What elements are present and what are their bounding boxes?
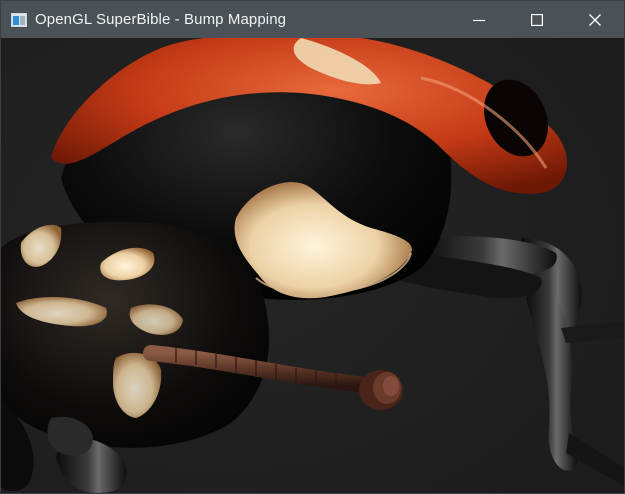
close-button[interactable] (566, 1, 624, 38)
ladybug-render (1, 38, 624, 493)
app-window-icon (11, 12, 27, 27)
maximize-button[interactable] (508, 1, 566, 38)
maximize-icon (531, 13, 543, 26)
render-viewport[interactable] (1, 38, 624, 493)
close-icon (589, 13, 601, 26)
minimize-icon (473, 19, 485, 21)
app-window: OpenGL SuperBible - Bump Mapping (0, 0, 625, 494)
title-bar[interactable]: OpenGL SuperBible - Bump Mapping (1, 1, 624, 38)
minimize-button[interactable] (450, 1, 508, 38)
window-controls (450, 1, 624, 38)
window-title: OpenGL SuperBible - Bump Mapping (35, 11, 287, 28)
